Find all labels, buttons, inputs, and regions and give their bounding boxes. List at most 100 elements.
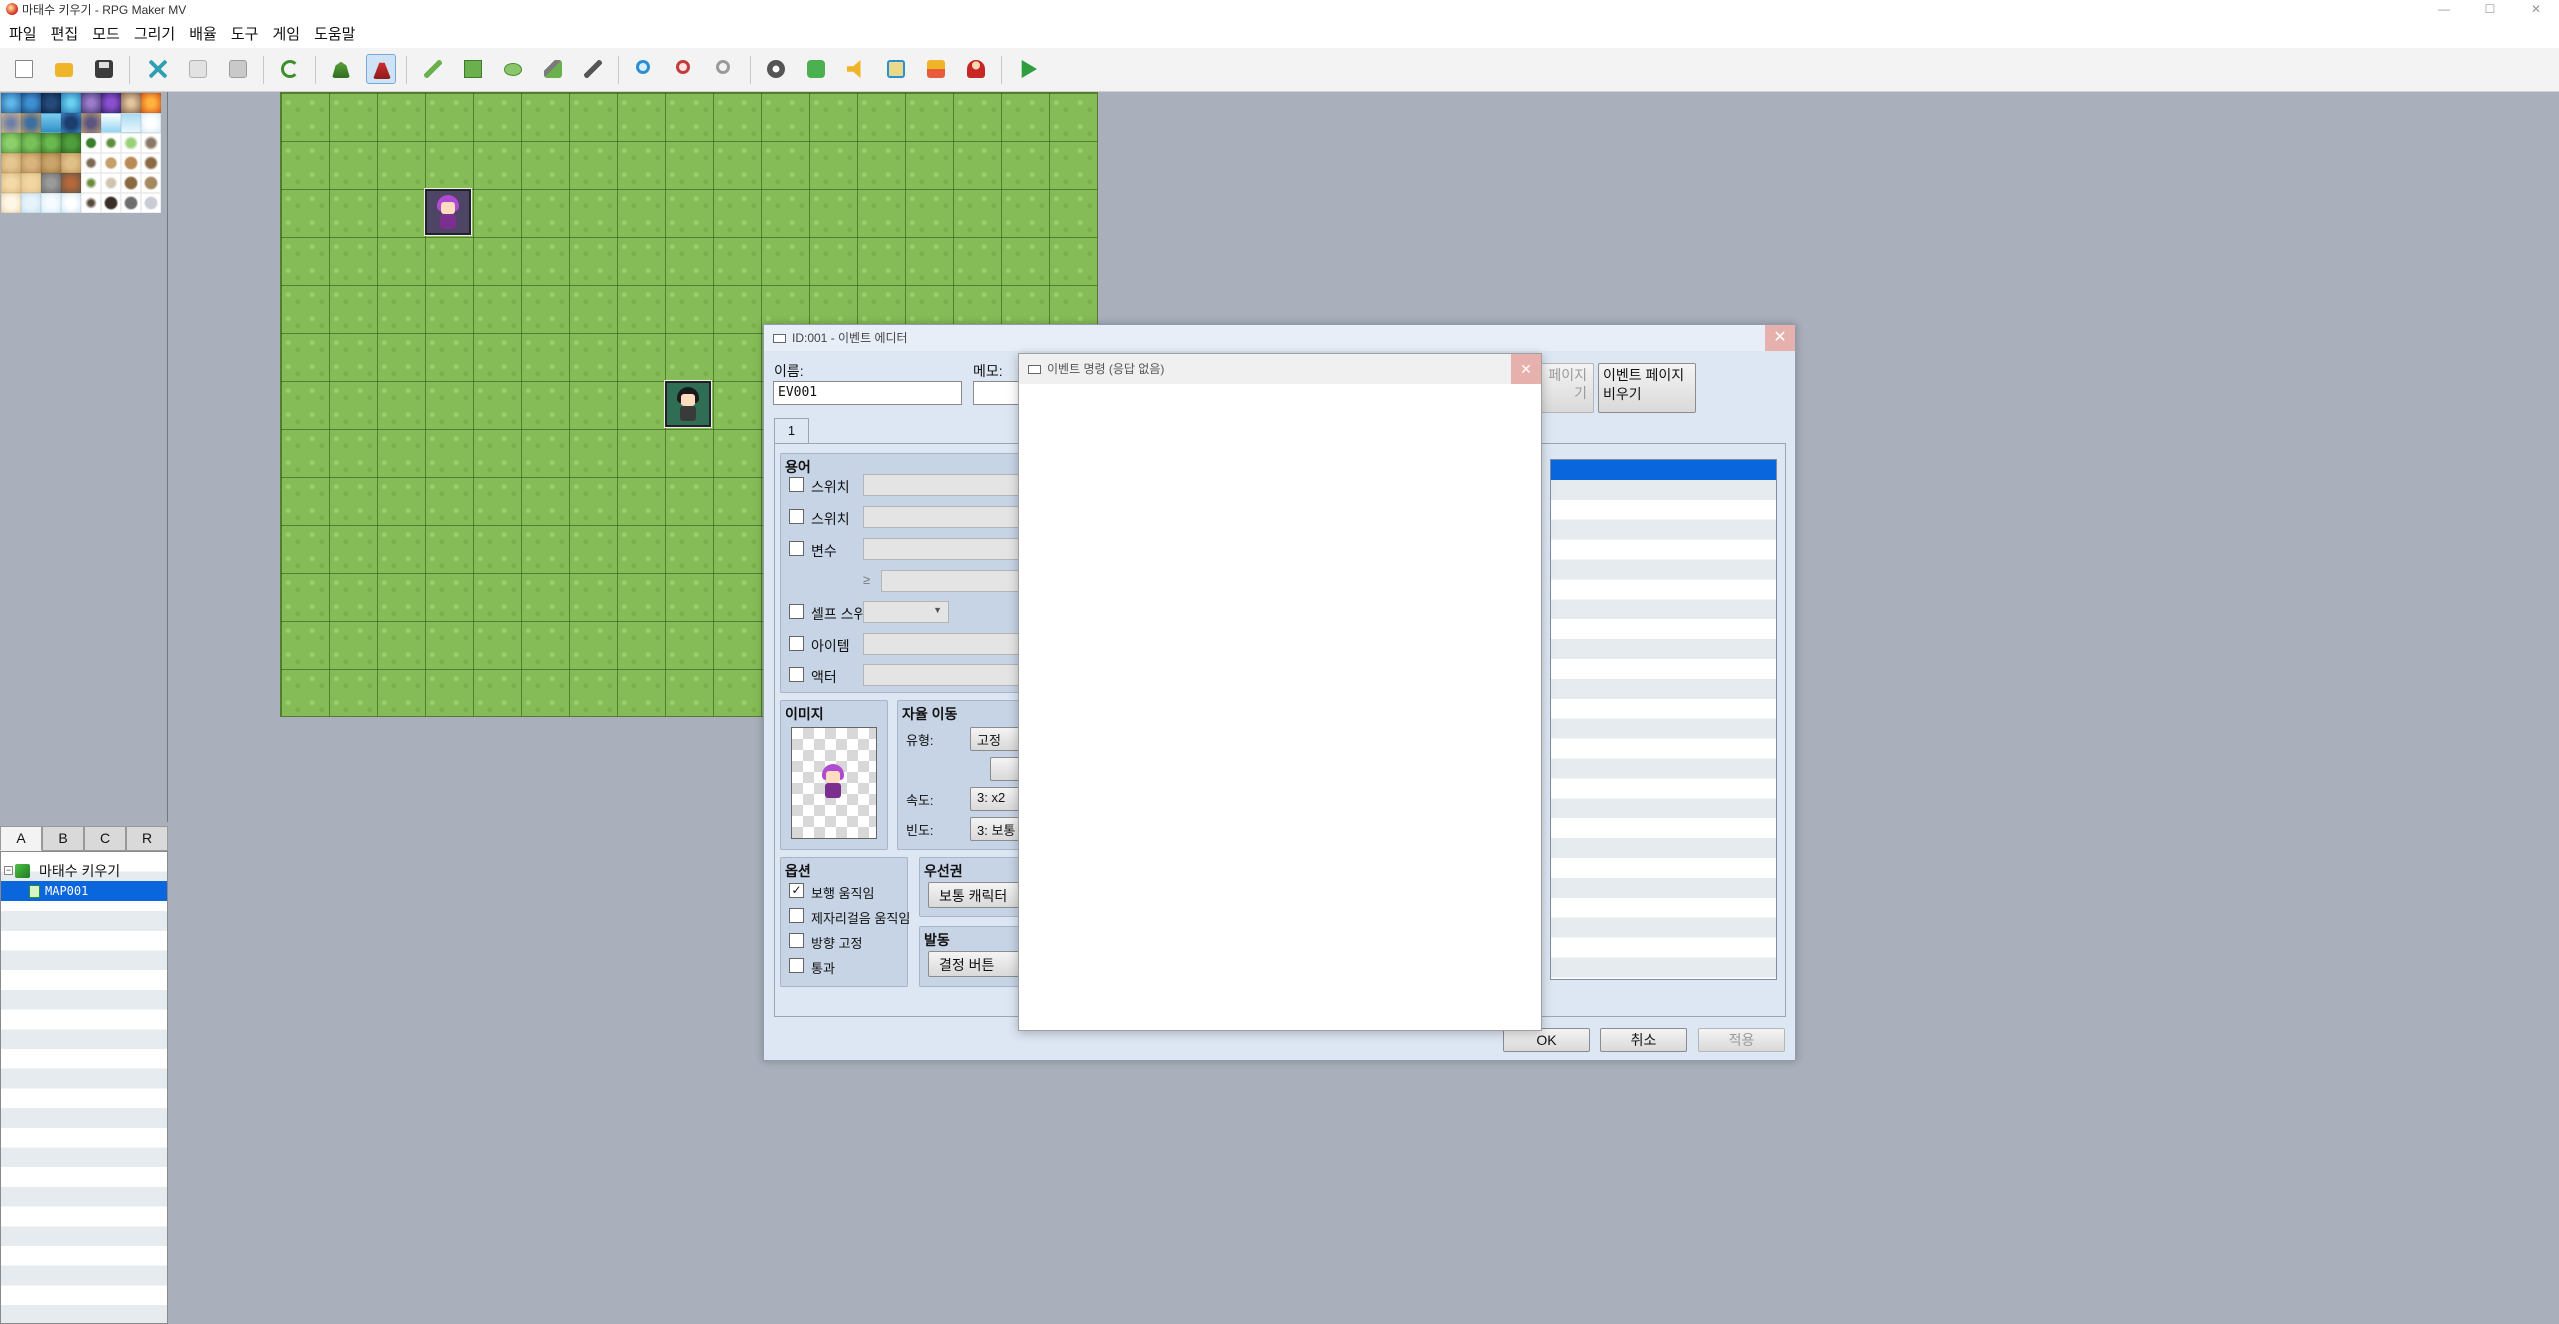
tile[interactable] xyxy=(61,113,81,133)
dialog-close-button[interactable]: ✕ xyxy=(1511,354,1541,384)
tile[interactable] xyxy=(81,113,101,133)
tile[interactable] xyxy=(121,113,141,133)
tile[interactable] xyxy=(141,113,161,133)
tile[interactable] xyxy=(141,193,161,213)
menu-tools[interactable]: 도구 xyxy=(226,23,268,44)
clear-page-button[interactable]: 이벤트 페이지 비우기 xyxy=(1598,363,1696,413)
item-checkbox[interactable] xyxy=(789,636,804,651)
tile-palette[interactable] xyxy=(0,92,168,822)
event-mode-icon[interactable] xyxy=(366,54,396,84)
event-ev001[interactable] xyxy=(424,188,472,236)
tab-page-1[interactable]: 1 xyxy=(774,418,809,444)
save-project-icon[interactable] xyxy=(89,54,119,84)
tile[interactable] xyxy=(141,153,161,173)
walking-checkbox[interactable]: ✓ xyxy=(789,883,804,898)
ellipse-icon[interactable] xyxy=(498,54,528,84)
tile[interactable] xyxy=(61,193,81,213)
actual-size-icon[interactable] xyxy=(710,54,740,84)
zoom-out-icon[interactable] xyxy=(670,54,700,84)
tile[interactable] xyxy=(121,193,141,213)
fill-icon[interactable] xyxy=(538,54,568,84)
tile[interactable] xyxy=(101,133,121,153)
tile[interactable] xyxy=(1,113,21,133)
tile[interactable] xyxy=(41,153,61,173)
tile[interactable] xyxy=(101,153,121,173)
tileset-grid[interactable] xyxy=(1,93,161,213)
menu-scale[interactable]: 배율 xyxy=(184,23,226,44)
tile[interactable] xyxy=(81,173,101,193)
tile[interactable] xyxy=(61,153,81,173)
new-project-icon[interactable] xyxy=(9,54,39,84)
tile[interactable] xyxy=(141,173,161,193)
tile[interactable] xyxy=(101,113,121,133)
tile[interactable] xyxy=(41,173,61,193)
name-field[interactable]: EV001 xyxy=(773,381,962,405)
tile[interactable] xyxy=(41,93,61,113)
tile[interactable] xyxy=(61,173,81,193)
stepping-checkbox[interactable] xyxy=(789,908,804,923)
tile[interactable] xyxy=(1,173,21,193)
map-mode-icon[interactable] xyxy=(326,54,356,84)
close-icon[interactable]: ✕ xyxy=(2513,0,2559,18)
tile[interactable] xyxy=(1,93,21,113)
ok-button[interactable]: OK xyxy=(1503,1028,1590,1052)
menu-draw[interactable]: 그리기 xyxy=(129,23,184,44)
undo-icon[interactable] xyxy=(275,54,305,84)
switch2-select[interactable] xyxy=(863,506,1023,528)
tile[interactable] xyxy=(21,173,41,193)
tile[interactable] xyxy=(121,93,141,113)
menu-mode[interactable]: 모드 xyxy=(87,23,129,44)
rectangle-icon[interactable] xyxy=(458,54,488,84)
tree-project-row[interactable]: − 마태수 키우기 xyxy=(1,861,167,881)
tile[interactable] xyxy=(141,133,161,153)
zoom-in-icon[interactable] xyxy=(630,54,660,84)
pencil-icon[interactable] xyxy=(418,54,448,84)
menu-game[interactable]: 게임 xyxy=(267,23,309,44)
self-switch-checkbox[interactable] xyxy=(789,604,804,619)
tile[interactable] xyxy=(81,93,101,113)
minimize-icon[interactable]: — xyxy=(2421,0,2467,18)
tile[interactable] xyxy=(121,153,141,173)
database-icon[interactable] xyxy=(761,54,791,84)
tile[interactable] xyxy=(1,153,21,173)
tile[interactable] xyxy=(41,193,61,213)
tile[interactable] xyxy=(101,193,121,213)
tile[interactable] xyxy=(41,133,61,153)
tab-c[interactable]: C xyxy=(84,826,126,851)
variable-select[interactable] xyxy=(863,538,1023,560)
collapse-icon[interactable]: − xyxy=(4,866,13,875)
editor-close-button[interactable]: ✕ xyxy=(1765,325,1795,351)
cut-icon[interactable] xyxy=(143,54,173,84)
event-npc[interactable] xyxy=(664,380,712,428)
open-project-icon[interactable] xyxy=(49,54,79,84)
command-row-selected[interactable] xyxy=(1551,460,1776,480)
apply-button[interactable]: 적용 xyxy=(1698,1028,1785,1052)
tile[interactable] xyxy=(81,133,101,153)
memo-field[interactable] xyxy=(973,381,1023,405)
character-generator-icon[interactable] xyxy=(961,54,991,84)
tile[interactable] xyxy=(41,113,61,133)
item-select[interactable] xyxy=(863,633,1023,655)
tile[interactable] xyxy=(81,193,101,213)
map-tree[interactable]: − 마태수 키우기 MAP001 xyxy=(0,851,168,1324)
tile[interactable] xyxy=(21,93,41,113)
event-searcher-icon[interactable] xyxy=(881,54,911,84)
tree-map-row[interactable]: MAP001 xyxy=(1,881,167,901)
actor-select[interactable] xyxy=(863,664,1023,686)
switch1-checkbox[interactable] xyxy=(789,477,804,492)
tab-a[interactable]: A xyxy=(0,826,42,851)
playtest-icon[interactable] xyxy=(1013,54,1043,84)
cancel-button[interactable]: 취소 xyxy=(1600,1028,1687,1052)
tile[interactable] xyxy=(1,193,21,213)
switch1-select[interactable] xyxy=(863,474,1023,496)
tile[interactable] xyxy=(61,133,81,153)
tile[interactable] xyxy=(21,113,41,133)
tab-r[interactable]: R xyxy=(126,826,168,851)
tile[interactable] xyxy=(101,173,121,193)
through-checkbox[interactable] xyxy=(789,958,804,973)
tile[interactable] xyxy=(21,133,41,153)
shadow-pen-icon[interactable] xyxy=(578,54,608,84)
tile[interactable] xyxy=(61,93,81,113)
actor-checkbox[interactable] xyxy=(789,667,804,682)
menu-edit[interactable]: 편집 xyxy=(46,23,88,44)
